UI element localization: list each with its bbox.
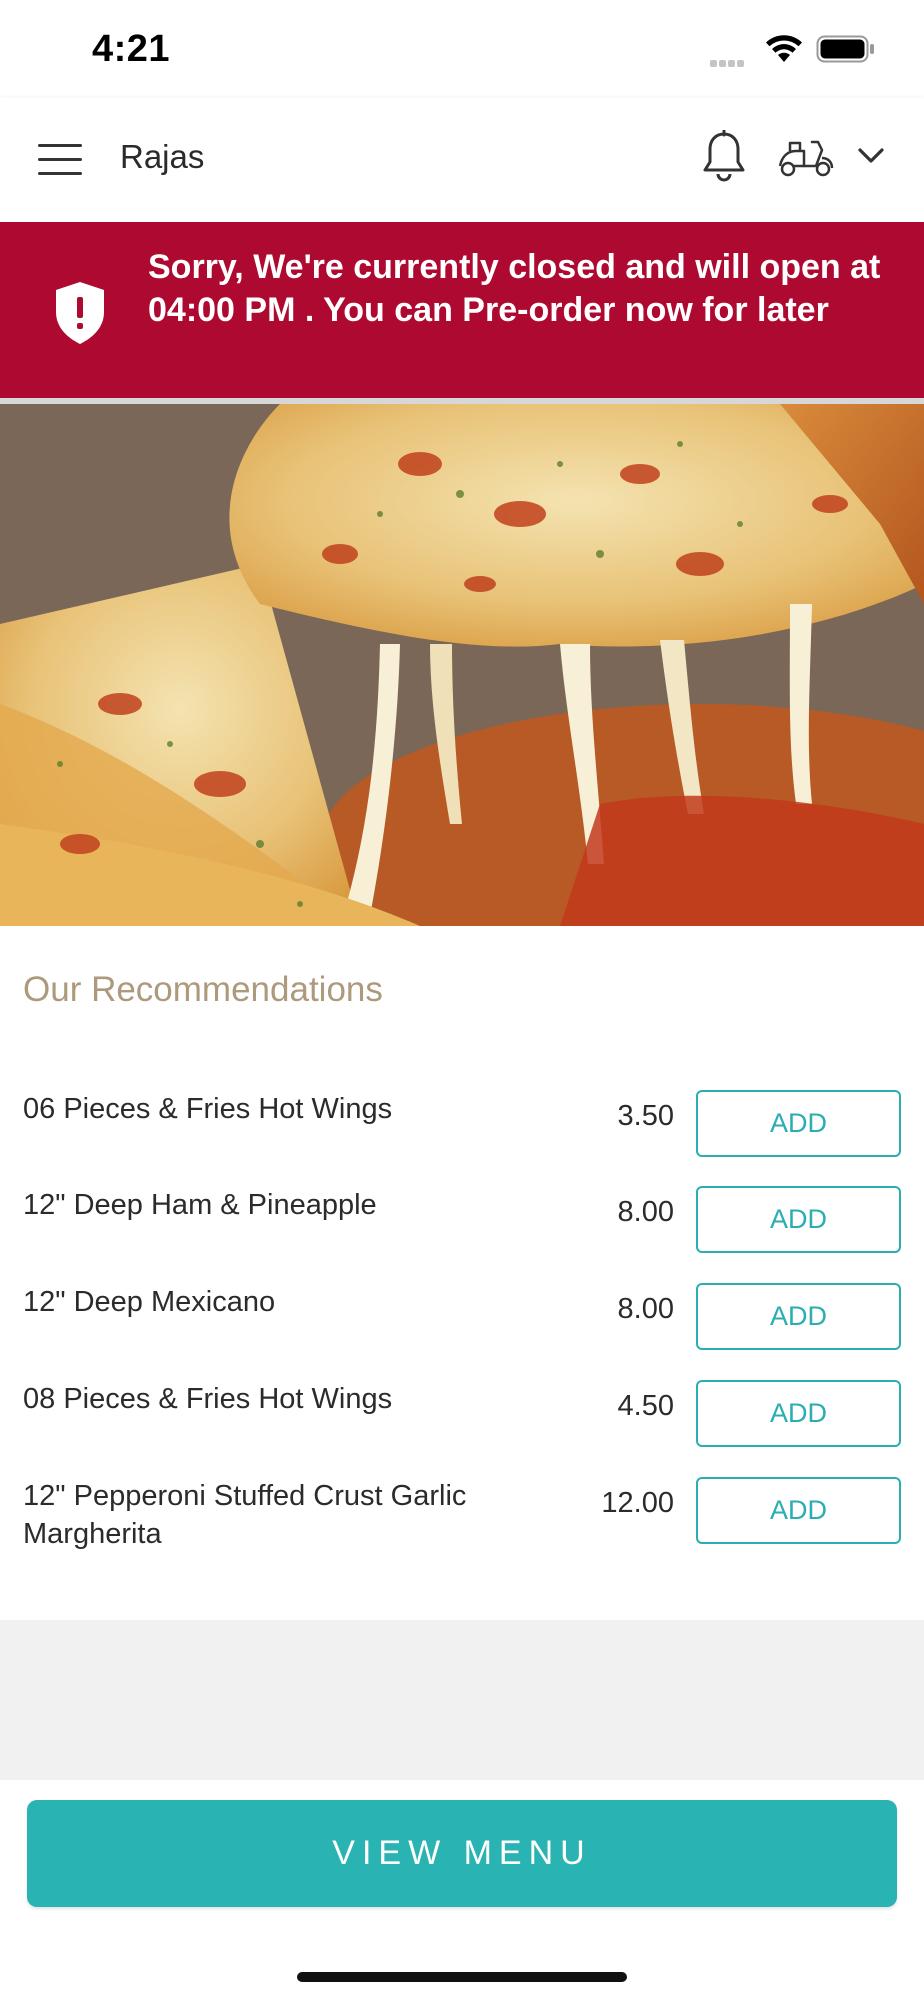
view-menu-button[interactable]: VIEW MENU [27, 1800, 897, 1907]
item-name: 08 Pieces & Fries Hot Wings [23, 1383, 393, 1415]
chevron-down-icon[interactable] [856, 146, 886, 171]
item-name: 12" Deep Mexicano [23, 1286, 276, 1318]
hamburger-menu-icon[interactable] [38, 144, 82, 176]
store-name: Rajas [120, 138, 205, 175]
item-price: 12.00 [601, 1487, 674, 1519]
item-price: 8.00 [617, 1293, 674, 1325]
item-price: 8.00 [617, 1196, 674, 1228]
status-bar: 4:21 [0, 0, 924, 98]
store-closed-banner: Sorry, We're currently closed and will o… [0, 222, 924, 398]
battery-icon [816, 34, 876, 69]
app-bar: Rajas [0, 98, 924, 222]
add-button[interactable]: ADD [696, 1380, 901, 1447]
add-button[interactable]: ADD [696, 1090, 901, 1157]
recommendations-title: Our Recommendations [23, 970, 383, 1009]
closed-message: Sorry, We're currently closed and will o… [148, 248, 881, 329]
item-name: 06 Pieces & Fries Hot Wings [23, 1093, 393, 1125]
wifi-icon [764, 34, 804, 69]
cellular-signal-icon [710, 54, 746, 72]
status-time: 4:21 [92, 28, 171, 70]
item-price: 4.50 [617, 1390, 674, 1422]
delivery-scooter-icon[interactable] [778, 136, 834, 185]
shield-alert-icon [54, 280, 106, 351]
notification-bell-icon[interactable] [702, 129, 746, 187]
add-button[interactable]: ADD [696, 1186, 901, 1253]
item-price: 3.50 [617, 1100, 674, 1132]
add-button[interactable]: ADD [696, 1283, 901, 1350]
add-button[interactable]: ADD [696, 1477, 901, 1544]
item-name: 12" Deep Ham & Pineapple [23, 1189, 377, 1221]
item-name: 12" Pepperoni Stuffed Crust Garlic Margh… [23, 1480, 467, 1550]
home-indicator [297, 1972, 627, 1982]
content-spacer [0, 1620, 924, 1780]
hero-pizza-image [0, 404, 924, 926]
